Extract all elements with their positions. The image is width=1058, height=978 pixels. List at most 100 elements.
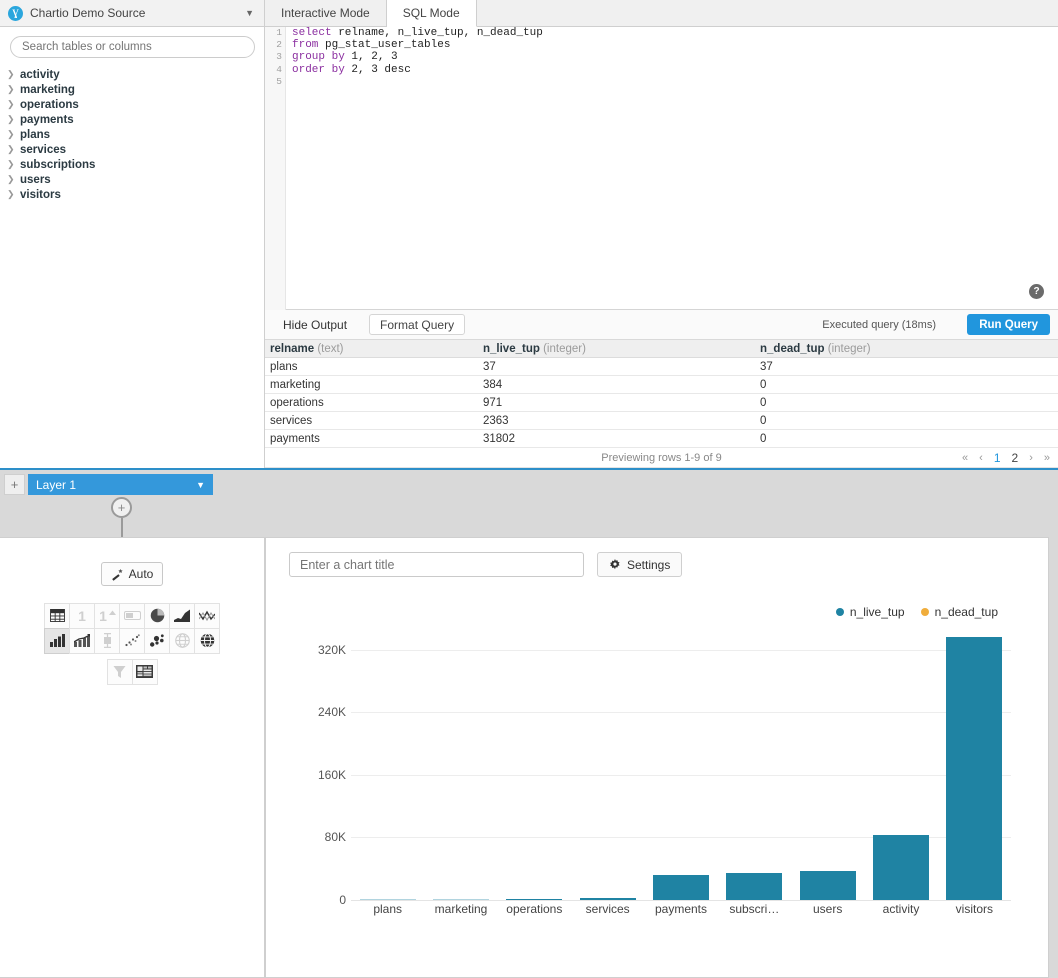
- chartio-logo-icon: Ɣ: [8, 6, 23, 21]
- tab-interactive-mode[interactable]: Interactive Mode: [265, 0, 387, 26]
- chevron-right-icon: ❯: [7, 145, 20, 154]
- x-tick-label: plans: [373, 902, 402, 916]
- search-input[interactable]: [10, 36, 255, 58]
- add-chart-button[interactable]: +: [111, 497, 132, 518]
- bar[interactable]: [653, 875, 709, 900]
- table-name: services: [20, 144, 66, 156]
- scatter-plot-icon[interactable]: [119, 628, 145, 654]
- table-list-item[interactable]: ❯visitors: [0, 187, 264, 202]
- chart-settings-button[interactable]: Settings: [597, 552, 682, 577]
- layer-tab-layer-1[interactable]: Layer 1 ▼: [28, 474, 213, 495]
- x-tick-label: users: [813, 902, 842, 916]
- sql-keyword: from: [292, 39, 318, 51]
- table-row: services 2363 0: [265, 412, 1058, 430]
- progress-bar-icon[interactable]: [119, 603, 145, 629]
- table-list-item[interactable]: ❯activity: [0, 67, 264, 82]
- page-first-button[interactable]: «: [962, 452, 968, 464]
- data-source-selector[interactable]: Ɣ Chartio Demo Source ▼: [0, 0, 264, 27]
- format-query-button[interactable]: Format Query: [369, 314, 465, 335]
- sql-editor[interactable]: 1 2 3 4 5 select relname, n_live_tup, n_…: [265, 27, 1058, 310]
- connector-line: [121, 518, 123, 537]
- bar[interactable]: [946, 637, 1002, 900]
- sql-line: [292, 76, 543, 88]
- legend-item-n-live-tup[interactable]: n_live_tup: [836, 605, 905, 619]
- chevron-right-icon: ❯: [7, 70, 20, 79]
- legend-color-swatch: [836, 608, 844, 616]
- page-button-1[interactable]: 1: [994, 451, 1001, 465]
- filter-icon[interactable]: [107, 659, 133, 685]
- run-query-button[interactable]: Run Query: [967, 314, 1050, 335]
- query-section: Ɣ Chartio Demo Source ▼ ❯activity ❯marke…: [0, 0, 1058, 468]
- auto-chart-button[interactable]: Auto: [101, 562, 163, 586]
- line-number: 3: [265, 51, 285, 63]
- table-list-item[interactable]: ❯plans: [0, 127, 264, 142]
- legend-color-swatch: [921, 608, 929, 616]
- layer-label: Layer 1: [36, 478, 196, 492]
- page-last-button[interactable]: »: [1044, 452, 1050, 464]
- single-value-icon[interactable]: 1: [69, 603, 95, 629]
- cell-n-dead-tup: 0: [755, 412, 1058, 429]
- chart-preview-panel: Settings n_live_tup n_dead_tup 080K160K2…: [265, 537, 1049, 978]
- table-row: payments 31802 0: [265, 430, 1058, 448]
- globe-map-icon[interactable]: [194, 628, 220, 654]
- line-number-gutter: 1 2 3 4 5: [265, 27, 286, 310]
- table-name: subscriptions: [20, 159, 95, 171]
- table-list-item[interactable]: ❯users: [0, 172, 264, 187]
- execution-status: Executed query (18ms): [822, 319, 936, 331]
- table-list-item[interactable]: ❯payments: [0, 112, 264, 127]
- cell-relname: payments: [265, 430, 478, 447]
- bubble-chart-icon[interactable]: [144, 628, 170, 654]
- legend-item-n-dead-tup[interactable]: n_dead_tup: [921, 605, 998, 619]
- table-list-item[interactable]: ❯operations: [0, 97, 264, 112]
- page-next-button[interactable]: ›: [1029, 452, 1033, 464]
- page-button-2[interactable]: 2: [1012, 451, 1019, 465]
- chevron-right-icon: ❯: [7, 85, 20, 94]
- chart-title-input[interactable]: [289, 552, 584, 577]
- query-editor-panel: Interactive Mode SQL Mode 1 2 3 4 5 sele…: [265, 0, 1058, 468]
- add-layer-button[interactable]: +: [4, 474, 25, 495]
- column-header-relname[interactable]: relname (text): [265, 340, 478, 357]
- preview-row-count: Previewing rows 1-9 of 9: [601, 452, 721, 464]
- pie-chart-icon[interactable]: [144, 603, 170, 629]
- bar[interactable]: [800, 871, 856, 900]
- column-name: n_live_tup: [483, 343, 540, 355]
- table-list: ❯activity ❯marketing ❯operations ❯paymen…: [0, 64, 264, 202]
- table-list-item[interactable]: ❯marketing: [0, 82, 264, 97]
- x-tick-label: operations: [506, 902, 562, 916]
- single-value-trend-icon[interactable]: 1: [94, 603, 120, 629]
- area-chart-icon[interactable]: [169, 603, 195, 629]
- tab-sql-mode[interactable]: SQL Mode: [387, 0, 477, 27]
- bar[interactable]: [726, 873, 782, 900]
- chevron-down-icon: ▼: [245, 8, 254, 18]
- map-icon[interactable]: [169, 628, 195, 654]
- table-list-item[interactable]: ❯services: [0, 142, 264, 157]
- bar-chart-icon[interactable]: [44, 628, 70, 654]
- auto-label: Auto: [129, 567, 154, 581]
- column-type: (integer): [828, 343, 871, 355]
- column-header-n-live-tup[interactable]: n_live_tup (integer): [478, 340, 755, 357]
- pivot-table-icon[interactable]: [132, 659, 158, 685]
- bar[interactable]: [433, 899, 489, 901]
- help-icon[interactable]: ?: [1029, 284, 1044, 299]
- chart-type-grid: 1 1: [41, 603, 223, 684]
- combo-chart-icon[interactable]: [69, 628, 95, 654]
- box-plot-icon[interactable]: [94, 628, 120, 654]
- table-list-item[interactable]: ❯subscriptions: [0, 157, 264, 172]
- bar[interactable]: [873, 835, 929, 900]
- y-tick-label: 80K: [266, 830, 346, 844]
- table-icon[interactable]: [44, 603, 70, 629]
- svg-text:1: 1: [99, 608, 107, 623]
- bar[interactable]: [580, 898, 636, 900]
- bar[interactable]: [506, 899, 562, 901]
- y-tick-label: 320K: [266, 643, 346, 657]
- cell-n-dead-tup: 0: [755, 376, 1058, 393]
- column-header-n-dead-tup[interactable]: n_dead_tup (integer): [755, 340, 1058, 357]
- line-chart-icon[interactable]: [194, 603, 220, 629]
- chart-bars: [351, 630, 1011, 900]
- results-pagination-bar: Previewing rows 1-9 of 9 « ‹ 1 2 › »: [265, 448, 1058, 468]
- bar[interactable]: [360, 899, 416, 901]
- hide-output-button[interactable]: Hide Output: [273, 318, 357, 332]
- chartio-logo-glyph: Ɣ: [12, 9, 19, 18]
- x-tick-label: services: [586, 902, 630, 916]
- page-prev-button[interactable]: ‹: [979, 452, 983, 464]
